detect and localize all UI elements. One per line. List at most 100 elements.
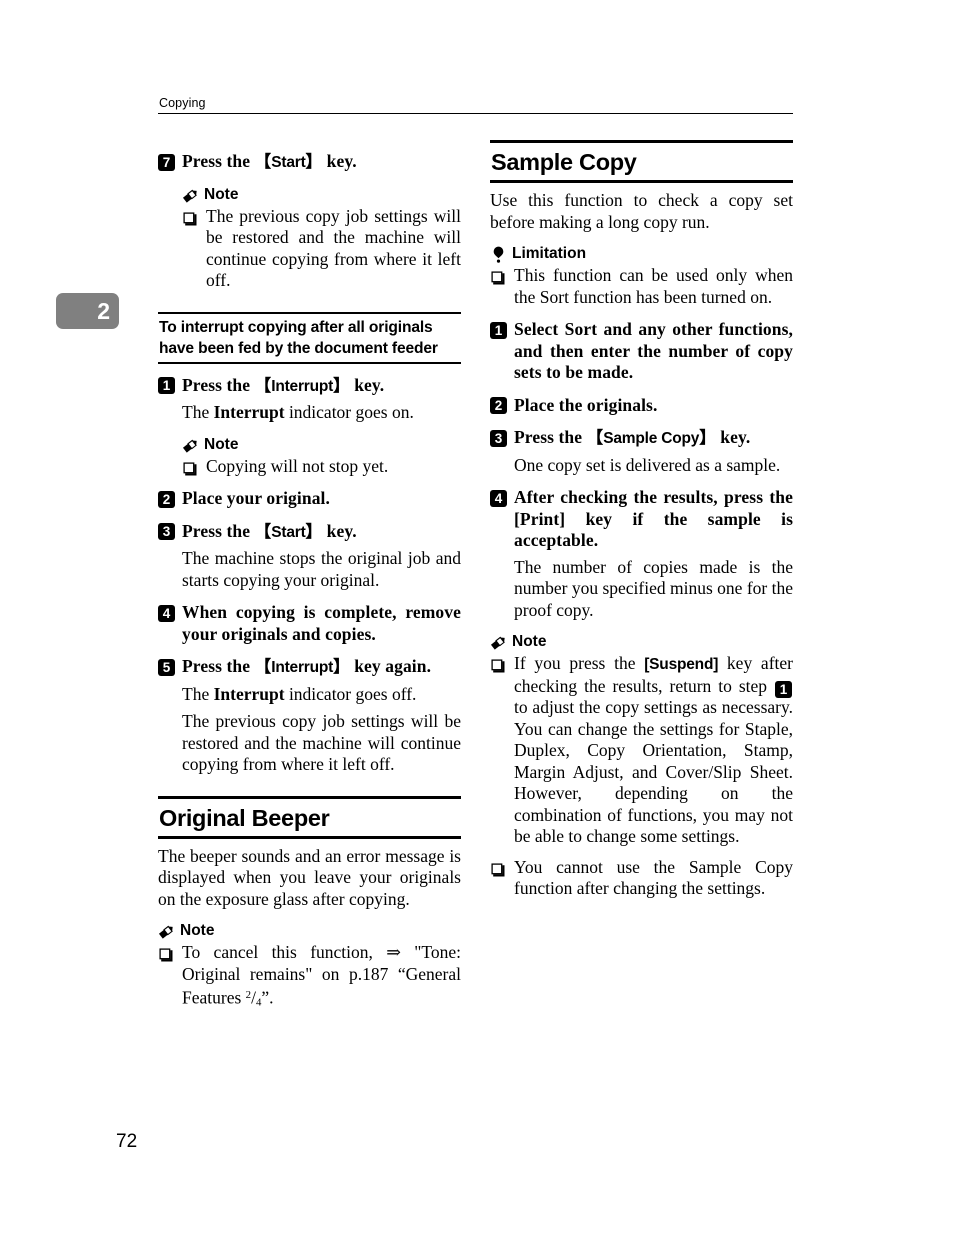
body-text-tail: indicator goes off. (284, 683, 417, 704)
limitation-item-text: This function can be used only when the … (514, 265, 793, 307)
pencil-icon (490, 634, 507, 651)
step-number-badge: 2 (158, 490, 175, 508)
section-title: Original Beeper (159, 804, 330, 831)
pencil-icon (182, 437, 199, 454)
step-text: Press the (182, 656, 255, 676)
step-4: 4 After checking the results, press the [… (490, 487, 793, 552)
note-text-part3: ”. (261, 987, 274, 1008)
note-text-part1: If you press the (514, 653, 645, 673)
running-header-text: Copying (159, 96, 206, 110)
step-3: 3 Press the 【Sample Copy】 key. (490, 427, 793, 450)
checkbox-bullet-icon (491, 657, 505, 673)
note-item: The previous copy job settings will be r… (182, 206, 461, 292)
step-number-badge: 4 (490, 489, 507, 507)
section-rule-bottom (490, 180, 793, 183)
step-text-tail: key. (715, 427, 751, 447)
document-page: Copying 2 7Press the 【Start】 key. Note (0, 0, 954, 1235)
step-5-body-2: The previous copy job settings will be r… (182, 711, 461, 774)
note-label: Note (158, 921, 461, 940)
running-header-rule (158, 113, 793, 114)
key-bracket-close: 】 (305, 153, 323, 171)
step-text: Place the originals. (514, 394, 658, 415)
subsection-heading: To interrupt copying after all originals… (158, 311, 461, 364)
key-name: Interrupt (271, 659, 334, 676)
step-5-body: The Interrupt indicator goes off. (158, 684, 461, 706)
note-item-text: You cannot use the Sample Copy function … (514, 856, 793, 899)
key-name: Sample Copy (603, 430, 700, 447)
step-text: Press the (182, 151, 255, 171)
key-bracket-open: 【 (254, 376, 272, 395)
pencil-icon (158, 923, 175, 940)
key-name: Start (271, 154, 306, 171)
step-number-badge: 4 (158, 604, 175, 622)
section-intro: Use this function to check a copy set be… (490, 190, 793, 232)
note-item: You cannot use the Sample Copy function … (490, 857, 793, 900)
step-3-body: One copy set is delivered as a sample. (514, 454, 781, 475)
step-3-body: The machine stops the original job and s… (182, 548, 461, 590)
step-text: Press the (182, 520, 255, 541)
pencil-icon (182, 187, 199, 204)
note-label-text: Note (204, 435, 239, 453)
key-bracket-open: 【 (254, 658, 272, 676)
step-text-tail: key. (349, 374, 385, 395)
step-number-badge: 1 (490, 321, 507, 339)
checkbox-bullet-icon (183, 460, 197, 475)
step-4: 4 When copying is complete, remove your o… (158, 602, 461, 645)
body-text: The (182, 402, 214, 422)
step-text: Press the (514, 427, 587, 447)
key-bracket-close: 】 (333, 658, 350, 676)
key-bracket-open: 【 (586, 429, 604, 447)
subsection-rule-bottom (158, 361, 461, 364)
checkbox-bullet-icon (491, 269, 505, 285)
page-number: 72 (116, 1131, 138, 1152)
note-item: To cancel this function, ⇒ "Tone: Origin… (158, 942, 461, 1014)
checkbox-bullet-icon (159, 946, 173, 962)
body-text-tail: indicator goes on. (284, 402, 414, 422)
subsection-title: To interrupt copying after all originals… (159, 318, 438, 357)
checkbox-bullet-icon (491, 861, 505, 876)
step-text: After checking the results, press the [P… (514, 487, 793, 550)
key-name: Interrupt (271, 377, 334, 395)
section-title: Sample Copy (491, 149, 637, 175)
note-label: Note (490, 632, 793, 651)
step-number-badge: 7 (158, 153, 175, 171)
chapter-tab: 2 (56, 293, 119, 329)
step-text-tail: key. (322, 520, 357, 541)
indicator-name: Interrupt (213, 683, 285, 704)
note-label-text: Note (204, 185, 239, 203)
indicator-name: Interrupt (213, 402, 285, 422)
step-text: Select Sort and any other functions, and… (514, 319, 793, 382)
note-label-text: Note (180, 922, 215, 939)
step-number-badge: 3 (158, 523, 175, 540)
step-text: Place your original. (182, 488, 330, 508)
section-intro: The beeper sounds and an error message i… (158, 845, 461, 909)
limitation-label: Limitation (490, 244, 793, 263)
step-number-badge: 5 (158, 658, 175, 676)
step-1: 1 Press the 【Interrupt】 key. (158, 375, 461, 398)
step-2: 2 Place your original. (158, 488, 461, 510)
step-text-tail: key. (322, 151, 357, 171)
section-heading-original-beeper: Original Beeper (158, 795, 461, 839)
section-rule-bottom (158, 835, 461, 839)
step-1-body: The Interrupt indicator goes on. (158, 402, 461, 424)
note-text-part3: to adjust the copy settings as necessary… (514, 697, 793, 846)
inline-step-badge: 1 (775, 680, 792, 698)
step-number-badge: 2 (490, 397, 507, 414)
key-bracket-close: 】 (305, 522, 323, 541)
step-text: When copying is complete, remove your or… (182, 602, 461, 644)
double-arrow-icon: ⇒ (386, 942, 401, 962)
step-number-badge: 3 (490, 429, 507, 447)
note-label: Note (182, 185, 461, 204)
key-bracket-close: 】 (333, 376, 350, 395)
limitation-item: This function can be used only when the … (490, 265, 793, 308)
note-label-text: Note (512, 633, 547, 650)
step-1: 1 Select Sort and any other functions, an… (490, 319, 793, 384)
note-label: Note (182, 435, 461, 454)
key-name: Start (271, 523, 306, 541)
note-text-part1: To cancel this function, (182, 942, 387, 962)
step-text-tail: key again. (349, 656, 432, 676)
balloon-icon (490, 246, 507, 263)
left-column: 7 Press the 【Start】 key. Note The previo… (158, 140, 461, 1014)
step-number-badge: 1 (158, 377, 175, 394)
note-item-text: The previous copy job settings will be r… (206, 205, 461, 291)
